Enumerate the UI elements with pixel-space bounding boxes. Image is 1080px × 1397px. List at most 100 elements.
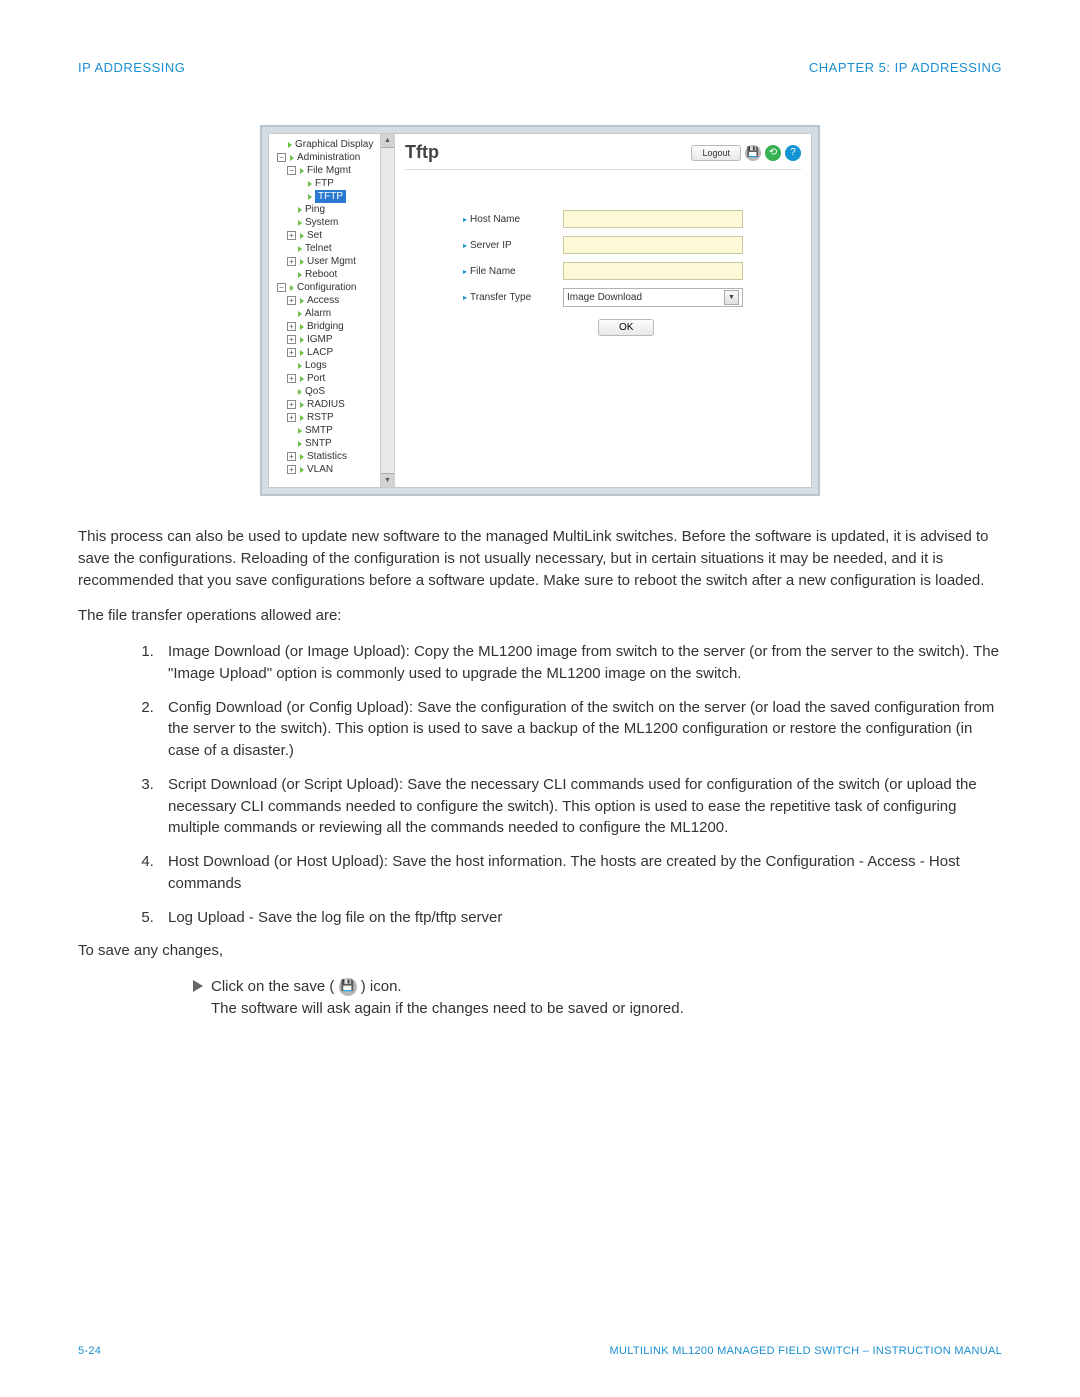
expand-icon[interactable]: + — [287, 465, 296, 474]
scroll-up-icon[interactable]: ▲ — [381, 134, 394, 148]
tree-reboot[interactable]: Reboot — [271, 268, 392, 281]
tree-igmp[interactable]: +IGMP — [271, 333, 392, 346]
tree-qos[interactable]: QoS — [271, 385, 392, 398]
tree-sntp[interactable]: SNTP — [271, 437, 392, 450]
page-header: IP ADDRESSING CHAPTER 5: IP ADDRESSING — [78, 60, 1002, 75]
header-right: CHAPTER 5: IP ADDRESSING — [809, 60, 1002, 75]
tree-rstp[interactable]: +RSTP — [271, 411, 392, 424]
list-item: Script Download (or Script Upload): Save… — [158, 774, 1002, 839]
help-icon[interactable]: ? — [785, 145, 801, 161]
expand-icon[interactable]: + — [287, 322, 296, 331]
collapse-icon[interactable]: − — [287, 166, 296, 175]
transfertype-select[interactable]: Image Download ▼ — [563, 288, 743, 307]
paragraph-2: The file transfer operations allowed are… — [78, 605, 1002, 627]
filename-label: ▸File Name — [463, 266, 563, 277]
tree-statistics[interactable]: +Statistics — [271, 450, 392, 463]
expand-icon[interactable]: + — [287, 257, 296, 266]
collapse-icon[interactable]: − — [277, 283, 286, 292]
arrow-icon — [300, 337, 304, 343]
tree-graphical-display[interactable]: Graphical Display — [271, 138, 392, 151]
tree-filemgmt[interactable]: −File Mgmt — [271, 164, 392, 177]
expand-icon[interactable]: + — [287, 452, 296, 461]
arrow-icon — [300, 454, 304, 460]
tree-telnet[interactable]: Telnet — [271, 242, 392, 255]
arrow-icon — [300, 298, 304, 304]
tree-access[interactable]: +Access — [271, 294, 392, 307]
arrow-icon — [300, 376, 304, 382]
logout-button[interactable]: Logout — [691, 145, 741, 161]
instruction-block: Click on the save ( 💾 ) icon. The softwa… — [193, 976, 1002, 1020]
instruction-line-2: The software will ask again if the chang… — [211, 998, 684, 1020]
tree-ftp[interactable]: FTP — [271, 177, 392, 190]
tree-tftp[interactable]: TFTP — [271, 190, 392, 203]
tree-usermgmt[interactable]: +User Mgmt — [271, 255, 392, 268]
list-item: Log Upload - Save the log file on the ft… — [158, 907, 1002, 929]
tree-scrollbar[interactable]: ▲ ▼ — [380, 134, 394, 487]
page-title: Tftp — [405, 142, 439, 163]
expand-icon[interactable]: + — [287, 296, 296, 305]
save-icon: 💾 — [339, 978, 357, 996]
tree-bridging[interactable]: +Bridging — [271, 320, 392, 333]
arrow-icon — [290, 285, 294, 291]
hostname-label: ▸Host Name — [463, 214, 563, 225]
tree-vlan[interactable]: +VLAN — [271, 463, 392, 476]
scroll-down-icon[interactable]: ▼ — [381, 473, 394, 487]
header-left: IP ADDRESSING — [78, 60, 185, 75]
page-footer: 5-24 MULTILINK ML1200 MANAGED FIELD SWIT… — [78, 1345, 1002, 1357]
filename-input[interactable] — [563, 262, 743, 280]
tree-lacp[interactable]: +LACP — [271, 346, 392, 359]
tree-radius[interactable]: +RADIUS — [271, 398, 392, 411]
arrow-icon — [290, 155, 294, 161]
arrow-icon — [298, 311, 302, 317]
arrow-icon — [288, 142, 292, 148]
nav-tree: Graphical Display −Administration −File … — [269, 134, 395, 487]
arrow-icon — [300, 324, 304, 330]
arrow-icon — [300, 467, 304, 473]
arrow-icon — [300, 168, 304, 174]
refresh-icon[interactable]: ⟲ — [765, 145, 781, 161]
serverip-label: ▸Server IP — [463, 240, 563, 251]
tree-smtp[interactable]: SMTP — [271, 424, 392, 437]
arrow-icon — [298, 363, 302, 369]
save-icon[interactable]: 💾 — [745, 145, 761, 161]
list-item: Config Download (or Config Upload): Save… — [158, 697, 1002, 762]
arrow-icon — [300, 350, 304, 356]
instruction-line-1: Click on the save ( 💾 ) icon. — [211, 976, 684, 998]
operations-list: Image Download (or Image Upload): Copy t… — [158, 641, 1002, 928]
arrow-icon — [298, 246, 302, 252]
transfertype-label: ▸Transfer Type — [463, 292, 563, 303]
tree-configuration[interactable]: −Configuration — [271, 281, 392, 294]
hostname-input[interactable] — [563, 210, 743, 228]
tree-logs[interactable]: Logs — [271, 359, 392, 372]
arrow-icon — [300, 233, 304, 239]
arrow-icon — [298, 389, 302, 395]
tftp-form: ▸Host Name ▸Server IP ▸File Name ▸Transf… — [463, 210, 743, 336]
arrow-icon — [298, 207, 302, 213]
arrow-icon — [300, 415, 304, 421]
triangle-right-icon — [193, 980, 203, 992]
tree-administration[interactable]: −Administration — [271, 151, 392, 164]
arrow-icon — [298, 220, 302, 226]
expand-icon[interactable]: + — [287, 413, 296, 422]
tree-alarm[interactable]: Alarm — [271, 307, 392, 320]
footer-left: 5-24 — [78, 1345, 101, 1357]
arrow-icon — [300, 402, 304, 408]
expand-icon[interactable]: + — [287, 348, 296, 357]
serverip-input[interactable] — [563, 236, 743, 254]
ok-button[interactable]: OK — [598, 319, 654, 336]
expand-icon[interactable]: + — [287, 400, 296, 409]
tree-ping[interactable]: Ping — [271, 203, 392, 216]
collapse-icon[interactable]: − — [277, 153, 286, 162]
arrow-icon — [308, 181, 312, 187]
arrow-icon — [298, 272, 302, 278]
expand-icon[interactable]: + — [287, 335, 296, 344]
tree-system[interactable]: System — [271, 216, 392, 229]
tree-set[interactable]: +Set — [271, 229, 392, 242]
tree-port[interactable]: +Port — [271, 372, 392, 385]
expand-icon[interactable]: + — [287, 374, 296, 383]
arrow-icon — [298, 428, 302, 434]
paragraph-3: To save any changes, — [78, 940, 1002, 962]
paragraph-1: This process can also be used to update … — [78, 526, 1002, 591]
expand-icon[interactable]: + — [287, 231, 296, 240]
chevron-down-icon: ▼ — [724, 290, 739, 305]
